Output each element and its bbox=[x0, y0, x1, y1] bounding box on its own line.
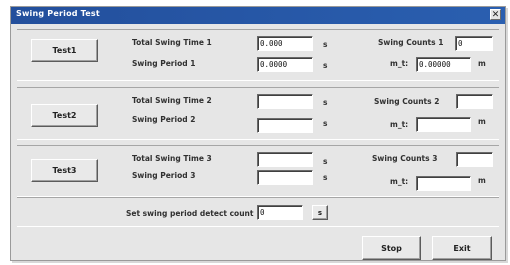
total-swing-time-2-label: Total Swing Time 2 bbox=[132, 96, 212, 105]
lambda-1-unit: m bbox=[478, 59, 486, 68]
test2-button[interactable]: Test2 bbox=[31, 104, 98, 127]
detect-count-label: Set swing period detect count bbox=[126, 209, 254, 218]
swing-period-3-field[interactable] bbox=[257, 170, 313, 185]
total-swing-time-2-field[interactable] bbox=[257, 94, 313, 109]
test3-group: Test3 Total Swing Time 3 Swing Period 3 … bbox=[17, 145, 499, 197]
swing-counts-2-field[interactable] bbox=[456, 94, 493, 109]
swing-period-3-unit: s bbox=[323, 173, 328, 182]
title-bar[interactable]: Swing Period Test ✕ bbox=[11, 7, 505, 24]
test1-button[interactable]: Test1 bbox=[31, 39, 98, 62]
swing-counts-3-label: Swing Counts 3 bbox=[372, 154, 438, 163]
swing-period-1-label: Swing Period 1 bbox=[132, 59, 196, 68]
lambda-3-label: m_t: bbox=[390, 177, 409, 186]
total-swing-time-2-unit: s bbox=[323, 98, 328, 107]
swing-period-3-label: Swing Period 3 bbox=[132, 171, 196, 180]
lambda-2-label: m_t: bbox=[390, 120, 409, 129]
total-swing-time-1-unit: s bbox=[323, 40, 328, 49]
swing-counts-2-label: Swing Counts 2 bbox=[374, 97, 440, 106]
total-swing-time-1-label: Total Swing Time 1 bbox=[132, 38, 212, 47]
test3-button[interactable]: Test3 bbox=[31, 159, 98, 182]
total-swing-time-1-field[interactable]: 0.000 bbox=[257, 36, 313, 51]
test2-group: Test2 Total Swing Time 2 Swing Period 2 … bbox=[17, 87, 499, 140]
total-swing-time-3-label: Total Swing Time 3 bbox=[132, 154, 212, 163]
swing-counts-1-label: Swing Counts 1 bbox=[378, 38, 444, 47]
window-title: Swing Period Test bbox=[16, 9, 100, 18]
detect-count-group: Set swing period detect count 0 s bbox=[17, 197, 499, 227]
swing-period-2-label: Swing Period 2 bbox=[132, 115, 196, 124]
lambda-3-unit: m bbox=[478, 176, 486, 185]
exit-button[interactable]: Exit bbox=[432, 236, 492, 260]
lambda-2-field[interactable] bbox=[416, 117, 471, 132]
lambda-3-field[interactable] bbox=[416, 176, 471, 191]
close-icon[interactable]: ✕ bbox=[490, 9, 501, 20]
stop-button[interactable]: Stop bbox=[362, 236, 421, 260]
lambda-1-field[interactable]: 0.00000 bbox=[416, 57, 471, 72]
swing-period-2-field[interactable] bbox=[257, 118, 313, 133]
set-detect-count-button[interactable]: s bbox=[312, 205, 328, 220]
swing-counts-3-field[interactable] bbox=[456, 152, 493, 167]
swing-period-1-field[interactable]: 0.0000 bbox=[257, 57, 313, 72]
lambda-2-unit: m bbox=[478, 117, 486, 126]
swing-period-test-dialog: Swing Period Test ✕ Test1 Total Swing Ti… bbox=[10, 6, 506, 261]
total-swing-time-3-unit: s bbox=[323, 157, 328, 166]
total-swing-time-3-field[interactable] bbox=[257, 152, 313, 167]
detect-count-field[interactable]: 0 bbox=[257, 205, 303, 220]
swing-period-2-unit: s bbox=[323, 119, 328, 128]
swing-counts-1-field[interactable]: 0 bbox=[455, 36, 493, 51]
swing-period-1-unit: s bbox=[323, 61, 328, 70]
lambda-1-label: m_t: bbox=[390, 59, 409, 68]
test1-group: Test1 Total Swing Time 1 Swing Period 1 … bbox=[17, 29, 499, 81]
